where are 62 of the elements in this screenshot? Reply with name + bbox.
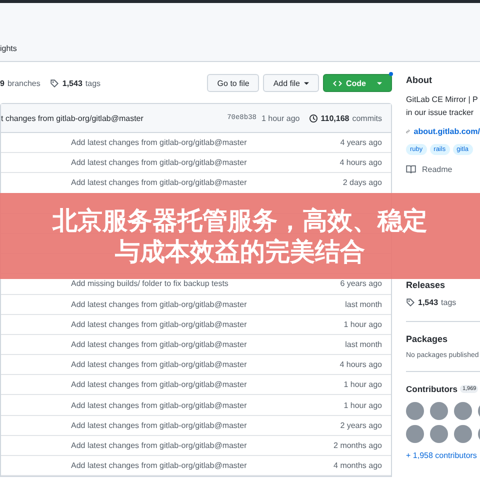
avatar[interactable] xyxy=(430,425,448,443)
commit-message[interactable]: Add latest changes from gitlab-org/gitlab@master xyxy=(71,340,247,349)
about-heading: About xyxy=(406,75,433,85)
avatar[interactable] xyxy=(406,425,424,443)
readme-link[interactable]: Readme xyxy=(422,165,452,174)
commit-age: 4 hours ago xyxy=(340,360,382,370)
commit-age: 2 months ago xyxy=(334,440,382,450)
repo-description: GitLab CE Mirror | P xyxy=(406,94,479,106)
commit-age: 1 hour ago xyxy=(344,320,382,329)
releases-heading[interactable]: Releases xyxy=(406,280,480,290)
caret-icon xyxy=(377,82,382,84)
commit-age: 4 years ago xyxy=(340,138,382,148)
commit-age: last month xyxy=(345,300,382,309)
commit-message[interactable]: Add latest changes from gitlab-org/gitlab@master xyxy=(71,300,247,309)
commits-label[interactable]: commits xyxy=(352,114,382,122)
commit-message[interactable]: t changes from gitlab-org/gitlab@master xyxy=(1,114,144,122)
commit-message[interactable]: Add latest changes from gitlab-org/gitlab@master xyxy=(71,138,247,148)
commit-message[interactable]: Add latest changes from gitlab-org/gitlab@master xyxy=(71,420,247,430)
commit-message[interactable]: Add latest changes from gitlab-org/gitlab@master xyxy=(71,380,247,390)
avatar[interactable] xyxy=(454,425,472,443)
commit-message[interactable]: Add latest changes from gitlab-org/gitlab@master xyxy=(71,461,247,470)
history-icon xyxy=(308,114,318,122)
commit-count[interactable]: 110,168 xyxy=(320,114,350,122)
commit-message[interactable]: Add latest changes from gitlab-org/gitlab@master xyxy=(71,400,247,410)
banner-title: 北京服务器托管服务，高效、稳定与成本效益的完美结合 xyxy=(51,205,428,267)
commit-age: 1 hour ago xyxy=(344,380,382,390)
commit-age: last month xyxy=(345,340,382,349)
website-link[interactable]: about.gitlab.com/ xyxy=(414,127,480,136)
commit-message[interactable]: Add latest changes from gitlab-org/gitlab@master xyxy=(71,178,247,188)
commit-age: 2 years ago xyxy=(340,420,382,430)
code-icon xyxy=(333,80,342,86)
contributors-heading[interactable]: Contributors xyxy=(406,384,458,394)
contributors-link[interactable]: + 1,958 contributors xyxy=(406,451,477,460)
avatar[interactable] xyxy=(406,402,424,420)
commit-message[interactable]: Add latest changes from gitlab-org/gitlab@master xyxy=(71,320,247,329)
commit-age: 6 years ago xyxy=(340,279,382,288)
commit-age: 4 months ago xyxy=(334,461,382,470)
commit-age: 4 hours ago xyxy=(340,158,382,168)
repo-description: in our issue tracker xyxy=(406,107,475,119)
tags-label[interactable]: tags xyxy=(85,78,101,88)
avatar[interactable] xyxy=(430,402,448,420)
commit-age: 1 hour ago xyxy=(344,400,382,410)
tag-count: 1,543 xyxy=(62,78,82,88)
avatar[interactable] xyxy=(454,402,472,420)
add-file-button[interactable]: Add file xyxy=(263,74,319,92)
commit-message[interactable]: Add latest changes from gitlab-org/gitlab@master xyxy=(71,158,247,168)
branch-count: 9 xyxy=(0,78,4,88)
caret-icon xyxy=(304,82,309,84)
commit-message[interactable]: Add latest changes from gitlab-org/gitlab@master xyxy=(71,360,247,370)
commit-time: 1 hour ago xyxy=(261,114,300,122)
commit-message[interactable]: Add latest changes from gitlab-org/gitlab@master xyxy=(71,440,247,450)
tag-icon xyxy=(406,298,415,307)
tags-label[interactable]: tags xyxy=(441,298,456,307)
go-to-file-button[interactable]: Go to file xyxy=(207,74,260,92)
commit-message[interactable]: Add missing builds/ folder to fix backup tests xyxy=(71,279,228,288)
nav-tab[interactable]: ights xyxy=(0,44,17,53)
tag-icon xyxy=(50,78,60,88)
commit-age: 2 days ago xyxy=(342,178,382,188)
tag-count[interactable]: 1,543 xyxy=(418,298,438,307)
book-icon xyxy=(406,165,416,174)
packages-heading[interactable]: Packages xyxy=(406,334,480,344)
branches-label[interactable]: branches xyxy=(7,78,40,88)
